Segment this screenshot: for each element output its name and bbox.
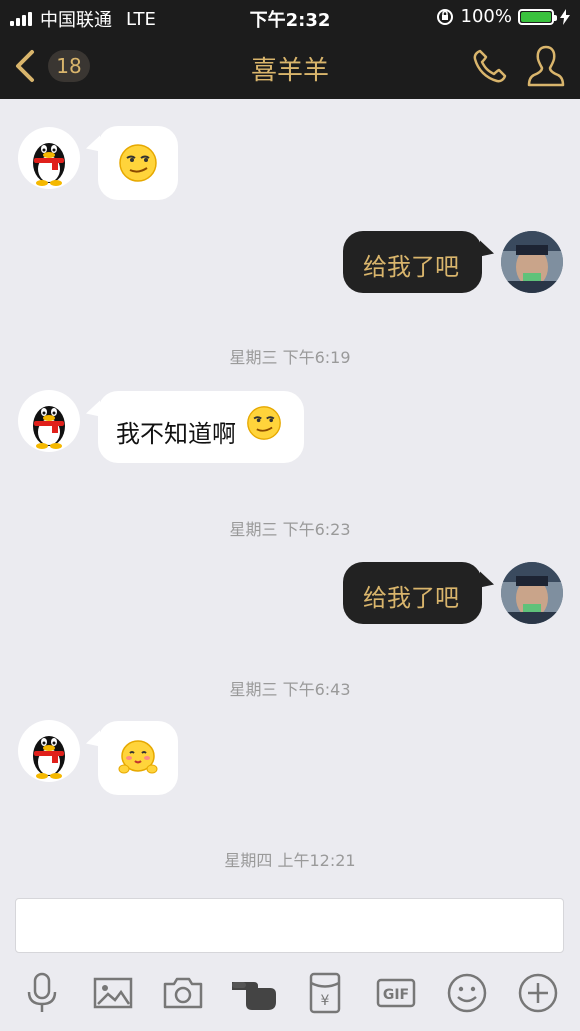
gif-label: GIF bbox=[383, 987, 409, 1003]
contact-avatar[interactable] bbox=[18, 390, 80, 452]
camera-icon[interactable] bbox=[160, 970, 206, 1016]
message-text: 我不知道啊 bbox=[116, 420, 236, 448]
charging-icon bbox=[560, 8, 570, 25]
profile-icon[interactable] bbox=[526, 44, 566, 88]
battery-percent: 100% bbox=[460, 6, 512, 27]
message-timestamp: 星期三 下午6:19 bbox=[229, 348, 351, 367]
input-toolbar: ¥ GIF bbox=[0, 962, 580, 1031]
user-photo-icon bbox=[501, 231, 563, 293]
red-packet-icon[interactable]: ¥ bbox=[302, 970, 348, 1016]
status-bar: 中国联通 LTE 下午2:32 100% bbox=[0, 0, 580, 34]
microphone-icon[interactable] bbox=[19, 970, 65, 1016]
message-bubble[interactable]: 我不知道啊 bbox=[98, 391, 304, 463]
message-bubble[interactable]: 给我了吧 bbox=[343, 231, 482, 293]
message-timestamp: 星期四 上午12:21 bbox=[224, 851, 356, 870]
phone-icon[interactable] bbox=[470, 46, 510, 86]
smirk-emoji-icon bbox=[247, 406, 281, 440]
contact-avatar[interactable] bbox=[18, 127, 80, 189]
message-text: 给我了吧 bbox=[363, 584, 459, 612]
pointing-hand-icon[interactable] bbox=[230, 970, 280, 1016]
message-timestamp: 星期三 下午6:43 bbox=[229, 680, 351, 699]
message-list[interactable]: 给我了吧 星期三 下午6:19 我不知道啊 星期三 下午6:23 给我了吧 星期… bbox=[0, 99, 580, 896]
plus-icon[interactable] bbox=[515, 970, 561, 1016]
rotation-lock-icon bbox=[436, 8, 453, 25]
penguin-icon bbox=[33, 143, 65, 186]
contact-avatar[interactable] bbox=[18, 720, 80, 782]
chat-header: 18 喜羊羊 bbox=[0, 34, 580, 99]
message-text: 给我了吧 bbox=[363, 253, 459, 281]
user-avatar[interactable] bbox=[501, 562, 563, 624]
battery-icon bbox=[518, 8, 557, 25]
emoji-icon[interactable] bbox=[444, 970, 490, 1016]
shy-emoji-icon bbox=[118, 740, 158, 774]
message-input[interactable] bbox=[15, 898, 564, 953]
user-photo-icon bbox=[501, 562, 563, 624]
smirk-emoji-icon bbox=[119, 144, 157, 182]
gif-icon[interactable]: GIF bbox=[373, 970, 419, 1016]
message-bubble[interactable]: 给我了吧 bbox=[343, 562, 482, 624]
penguin-icon bbox=[33, 736, 65, 779]
message-timestamp: 星期三 下午6:23 bbox=[229, 520, 351, 539]
message-bubble[interactable] bbox=[98, 126, 178, 200]
penguin-icon bbox=[33, 406, 65, 449]
user-avatar[interactable] bbox=[501, 231, 563, 293]
red-packet-label: ¥ bbox=[321, 993, 330, 1009]
message-bubble[interactable] bbox=[98, 721, 178, 795]
image-icon[interactable] bbox=[90, 970, 136, 1016]
